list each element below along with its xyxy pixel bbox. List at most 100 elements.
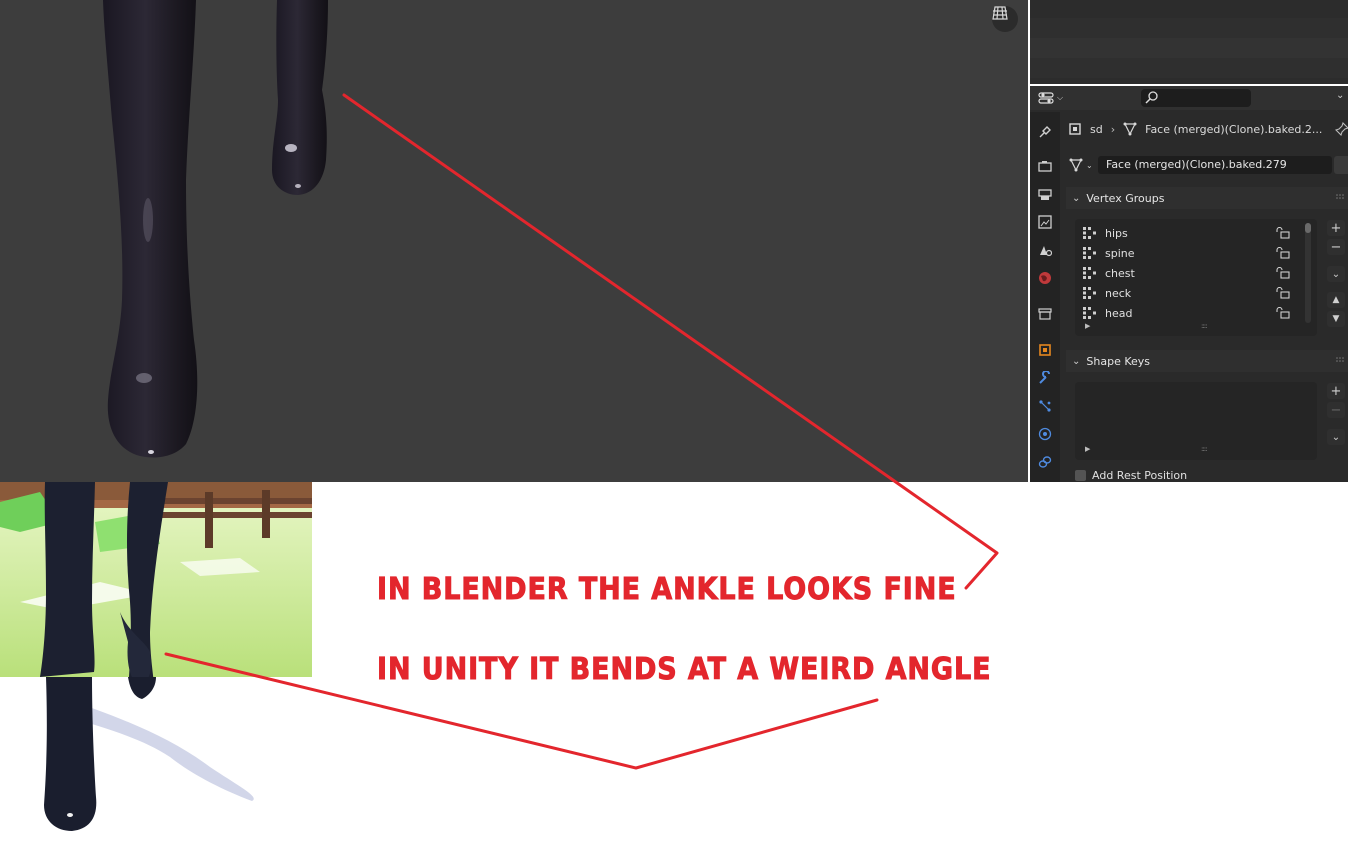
chevron-down-icon: ⌄ — [1072, 192, 1081, 204]
remove-vertex-group-button[interactable]: − — [1327, 239, 1345, 255]
breadcrumb: sd › Face (merged)(Clone).baked.2... — [1068, 120, 1322, 138]
tab-object[interactable] — [1035, 340, 1055, 360]
plus-icon: + — [1330, 220, 1342, 236]
tool-icon — [1039, 126, 1051, 138]
tab-view-layer[interactable] — [1035, 212, 1055, 232]
unlock-icon[interactable] — [1276, 227, 1290, 239]
object-square-icon — [1069, 123, 1081, 135]
list-item[interactable]: spine — [1083, 243, 1293, 263]
options-chevron-icon[interactable]: ⌄ — [1336, 90, 1344, 101]
tab-tool[interactable] — [1035, 122, 1055, 142]
mesh-data-icon — [1123, 122, 1137, 136]
list-item[interactable]: head — [1083, 303, 1293, 323]
breadcrumb-collection[interactable]: sd — [1090, 123, 1103, 136]
unlock-icon[interactable] — [1276, 267, 1290, 279]
shape-keys-panel-header[interactable]: ⌄ Shape Keys — [1066, 350, 1348, 372]
outliner-row[interactable] — [1030, 58, 1348, 78]
scrollbar-thumb[interactable] — [1305, 223, 1311, 233]
unlock-icon[interactable] — [1276, 287, 1290, 299]
add-rest-position-option[interactable]: Add Rest Position — [1075, 469, 1187, 482]
chevron-down-icon: ⌄ — [1331, 268, 1341, 280]
unity-scene-view — [0, 482, 312, 677]
toggle-grid-button[interactable] — [992, 6, 1018, 32]
filter-expand-icon[interactable]: ▶ — [1085, 445, 1090, 453]
tab-world[interactable] — [1035, 268, 1055, 288]
constraints-icon — [1038, 456, 1052, 468]
collection-box-icon — [1038, 308, 1052, 320]
list-resize-grip[interactable]: :::: — [1201, 322, 1208, 330]
outliner-row[interactable] — [1030, 18, 1348, 38]
chevron-down-icon: ⌄ — [1072, 355, 1081, 367]
vertex-group-scrollbar[interactable] — [1305, 223, 1311, 323]
add-rest-position-label: Add Rest Position — [1092, 469, 1188, 482]
view-layer-icon — [1038, 215, 1052, 229]
leg-right-mesh — [272, 0, 328, 195]
vertex-group-specials-button[interactable]: ⌄ — [1327, 266, 1345, 282]
vertex-group-list[interactable]: hips spine chest neck head ▶ :::: — [1075, 219, 1317, 336]
vertex-group-icon — [1083, 247, 1096, 259]
remove-shape-key-button[interactable]: − — [1327, 402, 1345, 418]
mesh-name-field[interactable]: Face (merged)(Clone).baked.279 — [1098, 156, 1332, 174]
mesh-data-icon — [1069, 158, 1083, 172]
add-rest-position-checkbox[interactable] — [1075, 470, 1086, 481]
wrench-icon — [1039, 371, 1050, 384]
unity-render — [0, 482, 312, 677]
breadcrumb-object[interactable]: Face (merged)(Clone).baked.2... — [1145, 123, 1322, 136]
move-down-button[interactable]: ▼ — [1327, 311, 1345, 327]
vertex-groups-panel-header[interactable]: ⌄ Vertex Groups — [1066, 187, 1348, 209]
editor-type-button[interactable]: ⌵ — [1038, 89, 1070, 107]
shape-key-specials-button[interactable]: ⌄ — [1327, 429, 1345, 445]
tab-collection[interactable] — [1035, 304, 1055, 324]
outliner-strip — [1030, 0, 1348, 84]
triangle-up-icon: ▲ — [1332, 295, 1340, 305]
list-item[interactable]: hips — [1083, 223, 1293, 243]
list-item[interactable]: chest — [1083, 263, 1293, 283]
list-resize-grip[interactable]: :::: — [1201, 445, 1208, 453]
caption-unity: In Unity it bends at a weird angle — [377, 652, 992, 688]
tab-output[interactable] — [1035, 184, 1055, 204]
vertex-group-icon — [1083, 227, 1096, 239]
output-printer-icon — [1038, 189, 1052, 200]
chevron-right-icon: › — [1110, 122, 1116, 136]
outliner-row[interactable] — [1030, 38, 1348, 58]
world-globe-icon — [1039, 272, 1051, 284]
unlock-icon[interactable] — [1276, 307, 1290, 319]
render-camera-icon — [1038, 161, 1052, 172]
tab-particles[interactable] — [1035, 396, 1055, 416]
tab-physics[interactable] — [1035, 424, 1055, 444]
particles-icon — [1039, 400, 1051, 412]
move-up-button[interactable]: ▲ — [1327, 292, 1345, 308]
unlock-icon[interactable] — [1276, 247, 1290, 259]
properties-search-input[interactable] — [1141, 89, 1251, 107]
chevron-down-icon: ⌄ — [1086, 160, 1093, 170]
properties-editor: ⌵ ⌄ sd › Face (merged)(Clone).baked.2...… — [1030, 86, 1348, 482]
object-square-icon — [1039, 344, 1051, 356]
add-shape-key-button[interactable]: + — [1327, 383, 1345, 399]
tab-render[interactable] — [1035, 156, 1055, 176]
minus-icon: − — [1330, 402, 1342, 418]
triangle-down-icon: ▼ — [1332, 314, 1340, 324]
mesh-data-selector: ⌄ Face (merged)(Clone).baked.279 — [1068, 155, 1348, 175]
shape-keys-title: Shape Keys — [1086, 354, 1151, 368]
minus-icon: − — [1330, 239, 1342, 255]
list-item[interactable]: neck — [1083, 283, 1293, 303]
pin-icon[interactable] — [1335, 122, 1348, 136]
fake-user-shield-button[interactable] — [1334, 156, 1348, 174]
shape-key-list[interactable]: ▶ :::: — [1075, 382, 1317, 460]
perspective-grid-icon — [992, 6, 1008, 20]
filter-expand-icon[interactable]: ▶ — [1085, 322, 1090, 330]
tab-constraints[interactable] — [1035, 452, 1055, 472]
add-vertex-group-button[interactable]: + — [1327, 220, 1345, 236]
browse-mesh-button[interactable]: ⌄ — [1068, 155, 1098, 175]
viewport-render — [103, 0, 328, 458]
tab-scene[interactable] — [1035, 240, 1055, 260]
vertex-group-name: neck — [1105, 286, 1132, 300]
tab-modifiers[interactable] — [1035, 368, 1055, 388]
properties-tabs — [1030, 112, 1060, 482]
drag-handle-icon[interactable] — [1336, 357, 1346, 363]
properties-header: ⌵ ⌄ — [1030, 86, 1348, 110]
vertex-group-icon — [1083, 307, 1096, 319]
unity-render-lower — [44, 677, 254, 831]
drag-handle-icon[interactable] — [1336, 194, 1346, 200]
blender-viewport[interactable] — [0, 0, 1028, 482]
